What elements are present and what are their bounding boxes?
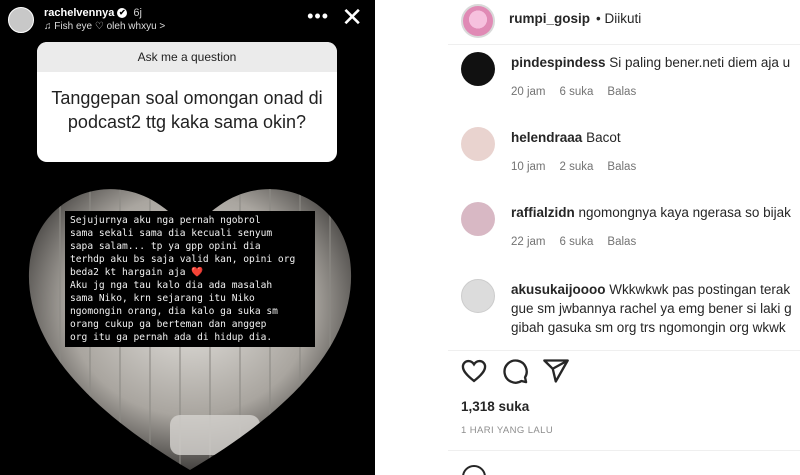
answer-line: sama Niko, krn sejarang itu Niko [70,293,255,304]
comment-text: Bacot [586,130,621,145]
add-comment-row [448,450,800,475]
comment-username[interactable]: helendraaa [511,130,582,145]
comment-username[interactable]: akusukaijoooo [511,282,606,297]
question-text: Tanggepan soal omongan onad di podcast2 … [51,88,323,132]
comment-text-row: helendraaa Bacot [511,128,621,147]
story-avatar[interactable] [8,7,34,33]
comment-text-row: pindespindess Si paling bener.neti diem … [511,53,790,72]
comment-text: ngomongnya kaya ngerasa so bijak [578,205,791,220]
likes-count[interactable]: 1,318 suka [461,399,529,414]
post-username[interactable]: rumpi_gosip [509,11,590,26]
story-pane: rachelvennya ✔ 6j ♫ Fish eye ♡ oleh whxyu … [0,0,375,475]
comment-icon[interactable] [501,357,529,385]
heart-icon[interactable] [460,357,488,385]
close-icon[interactable]: ✕ [341,2,363,33]
comment-meta: 10 jam 2 suka Balas [511,161,650,173]
comment-meta: 20 jam 6 suka Balas [511,86,650,98]
comment-text: Wkkwkwk pas postingan terak [609,282,791,297]
story-time: 6j [133,7,142,19]
verified-icon: ✔ [117,8,128,19]
comment-time: 20 jam [511,86,546,98]
post-avatar[interactable] [461,4,495,38]
follow-status[interactable]: • Diikuti [596,11,641,26]
comment-username[interactable]: raffialzidn [511,205,575,220]
comment-text-line: gibah gasuka sm org trs ngomongin org wk… [511,320,786,335]
answer-line: beda2 kt hargain aja ❤️ [70,267,204,278]
reply-button[interactable]: Balas [607,161,636,173]
post-pane: rumpi_gosip • Diikuti pindespindess Si p… [448,0,800,475]
answer-line: sama sekali sama dia kecuali senyum [70,228,273,239]
story-username-row[interactable]: rachelvennya ✔ 6j [44,7,142,19]
follow-status-label: Diikuti [604,11,642,26]
question-sticker: Ask me a question Tanggepan soal omongan… [37,42,337,162]
story-music-text: Fish eye ♡ oleh whxyu > [54,21,166,32]
story-username[interactable]: rachelvennya [44,7,114,19]
answer-line: Aku jg nga tau kalo dia ada masalah [70,280,273,291]
answer-line: ngomongin orang, dia kalo ga suka sm [70,306,278,317]
emoji-icon[interactable] [462,465,486,475]
comment-avatar[interactable] [461,52,495,86]
answer-line: sapa salam... tp ya gpp opini dia [70,241,261,252]
comment-item: helendraaa Bacot 10 jam 2 suka Balas [448,127,800,197]
comment-item: raffialzidn ngomongnya kaya ngerasa so b… [448,202,800,272]
answer-line: org itu ga pernah ada di hidup dia. [70,332,273,343]
gap-divider [376,0,448,475]
story-music[interactable]: ♫ Fish eye ♡ oleh whxyu > [44,21,165,32]
comment-item: akusukaijoooo Wkkwkwk pas postingan tera… [448,279,800,349]
comment-likes[interactable]: 6 suka [560,86,594,98]
comment-time: 22 jam [511,236,546,248]
comment-username[interactable]: pindespindess [511,55,606,70]
comment-text: Si paling bener.neti diem aja u [609,55,791,70]
comment-item: pindespindess Si paling bener.neti diem … [448,52,800,122]
comment-time: 10 jam [511,161,546,173]
post-header: rumpi_gosip • Diikuti [448,0,800,45]
post-date: 1 HARI YANG LALU [461,425,554,436]
reply-button[interactable]: Balas [607,86,636,98]
comment-likes[interactable]: 2 suka [560,161,594,173]
comment-text-row: akusukaijoooo Wkkwkwk pas postingan tera… [511,280,790,299]
comment-meta: 22 jam 6 suka Balas [511,236,650,248]
reply-button[interactable]: Balas [607,236,636,248]
story-header: rachelvennya ✔ 6j ♫ Fish eye ♡ oleh whxyu … [8,2,367,34]
post-actions [448,350,800,391]
answer-line: orang cukup ga berteman dan anggep [70,319,267,330]
comment-avatar[interactable] [461,279,495,313]
more-options-icon[interactable]: ••• [307,6,329,27]
comment-avatar[interactable] [461,202,495,236]
answer-line: terhdp aku bs saja valid kan, opini org [70,254,296,265]
answer-line: Sejujurnya aku nga pernah ngobrol [70,215,261,226]
music-icon: ♫ [44,21,55,32]
separator-dot: • [596,11,601,26]
comment-likes[interactable]: 6 suka [560,236,594,248]
comment-text-row: raffialzidn ngomongnya kaya ngerasa so b… [511,203,791,222]
share-icon[interactable] [542,357,570,385]
question-header: Ask me a question [37,42,337,72]
comment-avatar[interactable] [461,127,495,161]
story-answer-text: Sejujurnya aku nga pernah ngobrol sama s… [65,211,315,347]
comment-text-line: gue sm jwbannya rachel ya emg bener si l… [511,301,792,316]
